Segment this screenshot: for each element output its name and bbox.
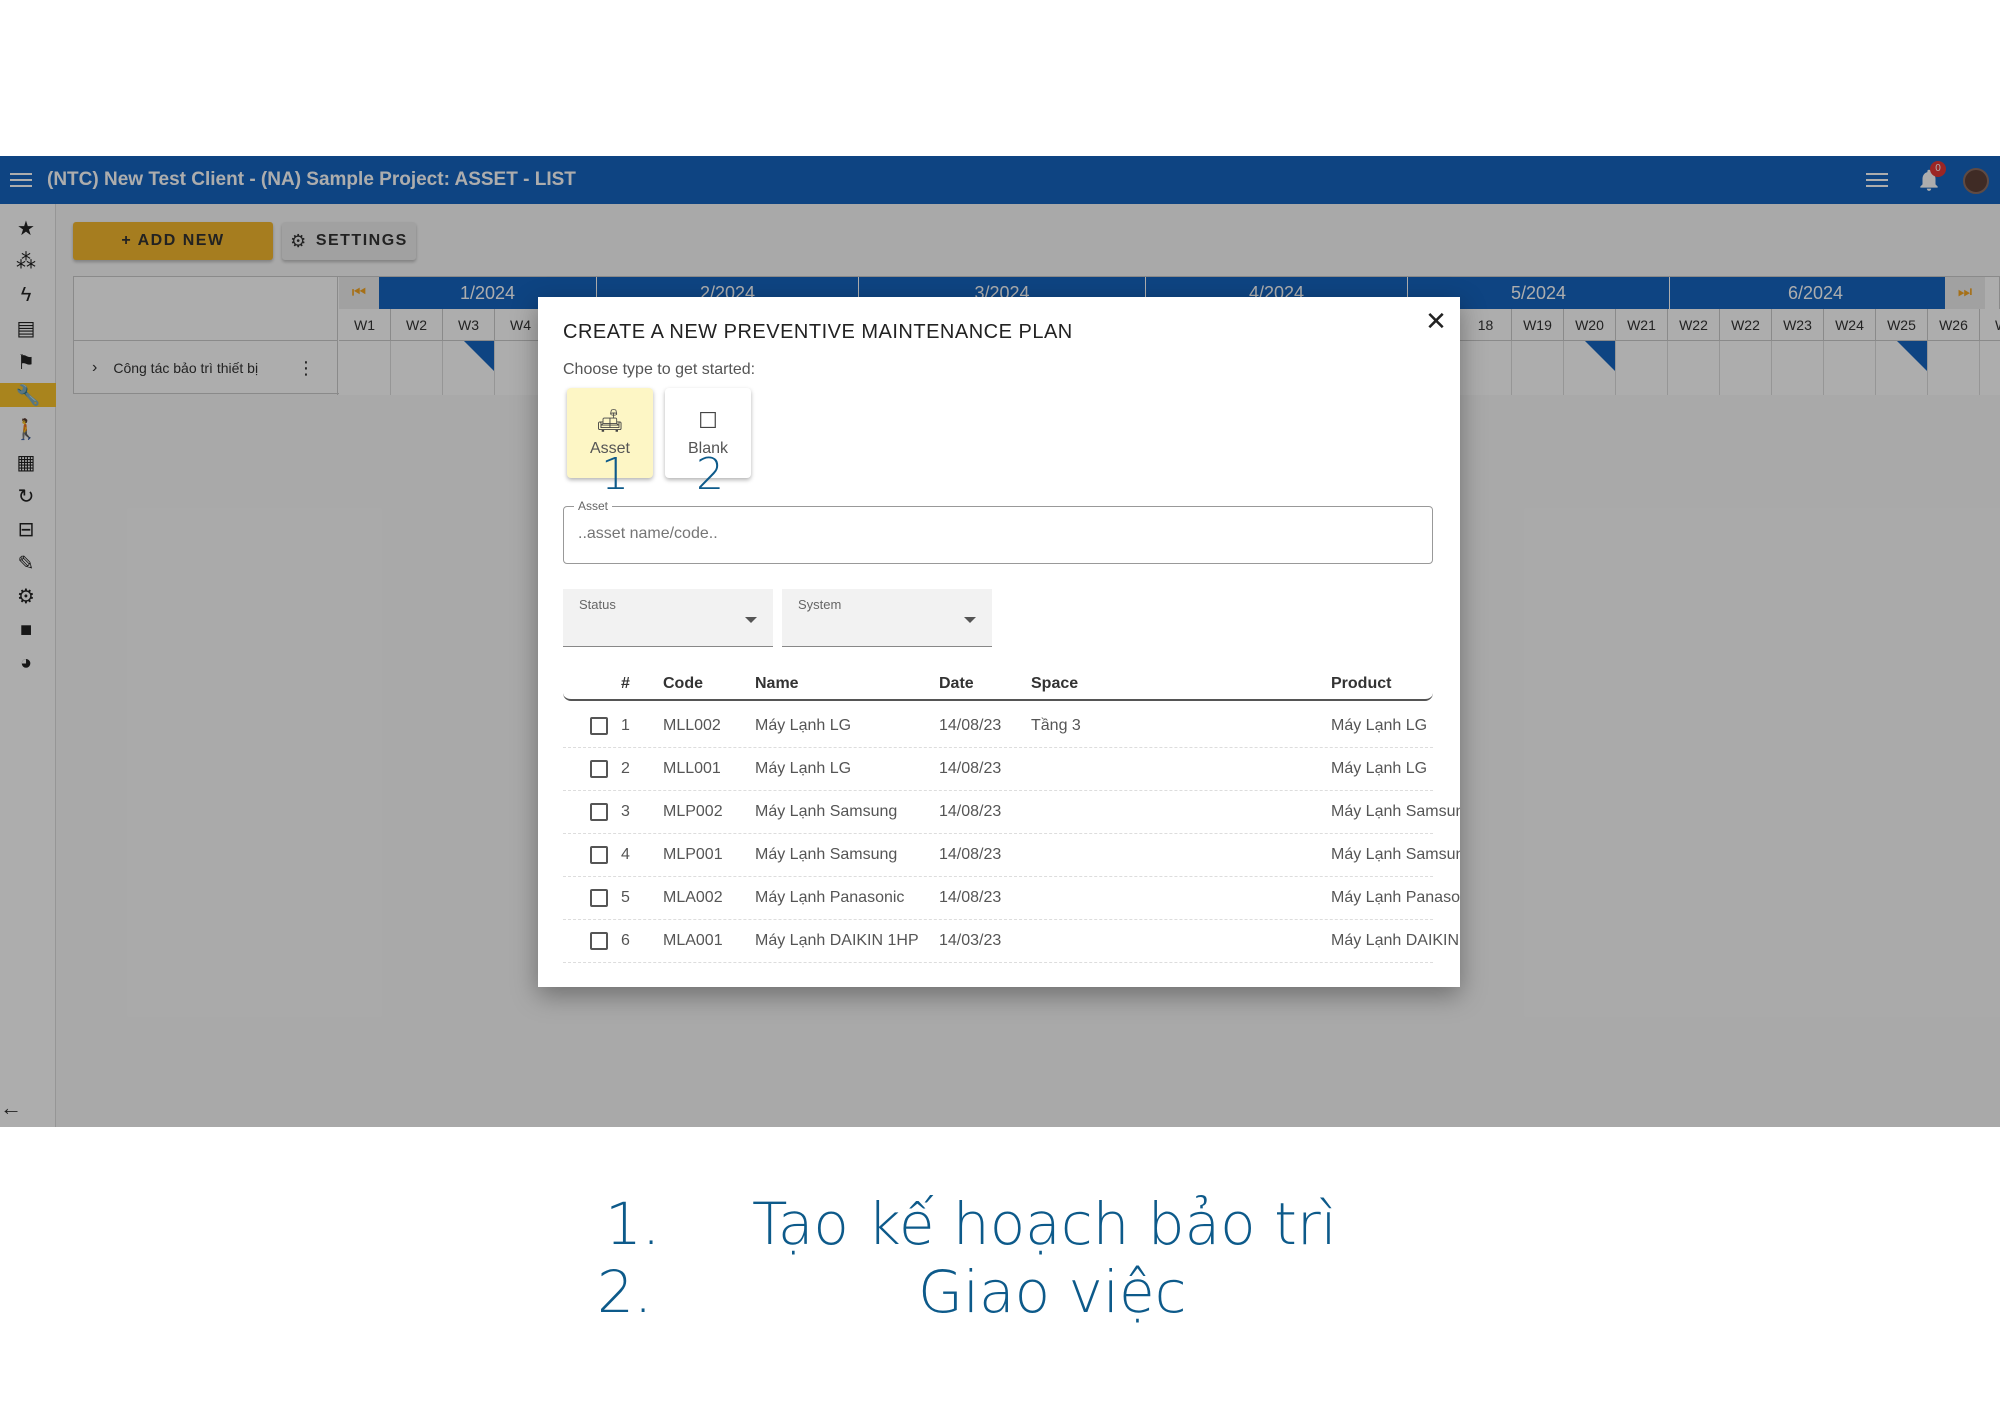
dialog-subtitle: Choose type to get started: bbox=[563, 361, 756, 378]
row-code: MLA001 bbox=[663, 932, 723, 949]
table-row[interactable]: 2 MLL001 Máy Lạnh LG 14/08/23 Máy Lạnh L… bbox=[563, 748, 1433, 791]
row-number: 2 bbox=[621, 760, 630, 777]
row-name: Máy Lạnh Samsung bbox=[755, 846, 898, 863]
row-code: MLA002 bbox=[663, 889, 723, 906]
caption-text-2: Giao việc bbox=[918, 1258, 1187, 1326]
row-code: MLP002 bbox=[663, 803, 723, 820]
column-header[interactable]: Product bbox=[1331, 675, 1391, 693]
row-name: Máy Lạnh LG bbox=[755, 760, 852, 777]
row-code: MLP001 bbox=[663, 846, 723, 863]
row-date: 14/08/23 bbox=[939, 846, 1002, 863]
column-header[interactable]: Code bbox=[663, 675, 703, 693]
column-header[interactable]: Date bbox=[939, 675, 974, 693]
annotation-number-2: 2 bbox=[696, 449, 724, 500]
row-product: Máy Lạnh LG bbox=[1331, 760, 1428, 777]
row-date: 14/08/23 bbox=[939, 889, 1002, 906]
slide: (NTC) New Test Client - (NA) Sample Proj… bbox=[0, 0, 2000, 1414]
table-row[interactable]: 5 MLA002 Máy Lạnh Panasonic 14/08/23 Máy… bbox=[563, 877, 1460, 920]
couch-icon: 🛋 bbox=[596, 408, 624, 433]
row-date: 14/08/23 bbox=[939, 760, 1002, 777]
system-label: System bbox=[798, 597, 842, 612]
close-icon[interactable]: ✕ bbox=[1424, 308, 1448, 334]
system-select[interactable]: System bbox=[782, 589, 992, 647]
row-number: 4 bbox=[621, 846, 630, 863]
row-checkbox[interactable] bbox=[590, 932, 608, 950]
row-checkbox[interactable] bbox=[590, 760, 608, 778]
caption-text-1: Tạo kế hoạch bảo trì bbox=[752, 1190, 1337, 1258]
asset-search-input[interactable] bbox=[578, 525, 1418, 543]
table-row[interactable]: 3 MLP002 Máy Lạnh Samsung 14/08/23 Máy L… bbox=[563, 791, 1460, 834]
row-code: MLL001 bbox=[663, 760, 721, 777]
square-icon: ☐ bbox=[698, 408, 718, 433]
row-name: Máy Lạnh LG bbox=[755, 717, 852, 734]
table-row[interactable]: 1 MLL002 Máy Lạnh LG 14/08/23 Tầng 3 Máy… bbox=[563, 705, 1433, 748]
row-product: Máy Lạnh Samsung bbox=[1331, 803, 1460, 820]
row-checkbox[interactable] bbox=[590, 717, 608, 735]
row-name: Máy Lạnh Samsung bbox=[755, 803, 898, 820]
row-number: 5 bbox=[621, 889, 630, 906]
status-label: Status bbox=[579, 597, 616, 612]
row-date: 14/03/23 bbox=[939, 932, 1002, 949]
row-code: MLL002 bbox=[663, 717, 721, 734]
row-space: Tầng 3 bbox=[1031, 717, 1081, 734]
row-product: Máy Lạnh Samsung bbox=[1331, 846, 1460, 863]
row-number: 3 bbox=[621, 803, 630, 820]
row-product: Máy Lạnh LG bbox=[1331, 717, 1428, 734]
asset-field-label: Asset bbox=[574, 499, 613, 513]
row-product: Máy Lạnh DAIKIN 1HP bbox=[1331, 932, 1460, 949]
table-header: # Code Name Date Space Product bbox=[563, 675, 1433, 701]
row-name: Máy Lạnh DAIKIN 1HP bbox=[755, 932, 919, 949]
row-number: 1 bbox=[621, 717, 630, 734]
annotation-number-1: 1 bbox=[601, 449, 629, 500]
row-name: Máy Lạnh Panasonic bbox=[755, 889, 905, 906]
row-date: 14/08/23 bbox=[939, 717, 1002, 734]
table-row[interactable]: 6 MLA001 Máy Lạnh DAIKIN 1HP 14/03/23 Má… bbox=[563, 920, 1460, 963]
create-plan-dialog: CREATE A NEW PREVENTIVE MAINTENANCE PLAN… bbox=[538, 297, 1460, 987]
row-number: 6 bbox=[621, 932, 630, 949]
asset-field[interactable]: Asset bbox=[563, 499, 1433, 564]
caret-down-icon bbox=[964, 617, 976, 623]
status-select[interactable]: Status bbox=[563, 589, 773, 647]
row-checkbox[interactable] bbox=[590, 846, 608, 864]
column-header: # bbox=[621, 675, 630, 692]
column-header[interactable]: Space bbox=[1031, 675, 1078, 693]
caption-number-1: 1. bbox=[605, 1190, 661, 1258]
caption-number-2: 2. bbox=[597, 1258, 653, 1326]
row-checkbox[interactable] bbox=[590, 889, 608, 907]
row-date: 14/08/23 bbox=[939, 803, 1002, 820]
dialog-title: CREATE A NEW PREVENTIVE MAINTENANCE PLAN bbox=[563, 321, 1073, 343]
row-product: Máy Lạnh Panasonic bbox=[1331, 889, 1460, 906]
table-row[interactable]: 4 MLP001 Máy Lạnh Samsung 14/08/23 Máy L… bbox=[563, 834, 1460, 877]
column-header[interactable]: Name bbox=[755, 675, 799, 693]
caret-down-icon bbox=[745, 617, 757, 623]
row-checkbox[interactable] bbox=[590, 803, 608, 821]
